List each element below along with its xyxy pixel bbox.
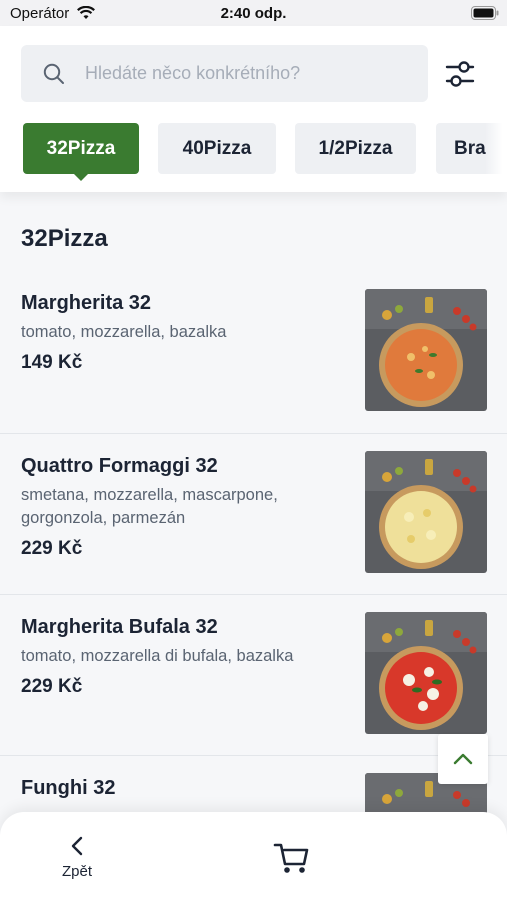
status-bar: Operátor 2:40 odp. [0,0,507,26]
sliders-icon [445,61,475,87]
back-label: Zpět [61,863,92,880]
item-price: 229 Kč [21,676,83,697]
search-input[interactable] [85,45,415,102]
item-price: 149 Kč [21,352,83,373]
item-price: 229 Kč [21,538,83,559]
item-image[interactable] [365,451,487,573]
tab-40pizza[interactable]: 40Pizza [158,123,276,174]
menu-item[interactable]: Margherita 32 tomato, mozzarella, bazalk… [0,272,507,434]
pizza-margherita-bufala-image [365,612,487,734]
back-button[interactable]: Zpět [52,834,102,884]
item-description: tomato, mozzarella, bazalka [21,323,227,341]
category-tabs: 32Pizza 40Pizza 1/2Pizza Bra [0,123,507,183]
bottom-bar: Zpět [0,812,507,900]
tab-32pizza[interactable]: 32Pizza [23,123,139,181]
tab-half-pizza[interactable]: 1/2Pizza [295,123,416,174]
item-name: Margherita Bufala 32 [21,616,218,638]
scroll-top-button[interactable] [438,734,488,784]
item-name: Quattro Formaggi 32 [21,455,218,477]
chevron-up-icon [453,753,473,765]
filter-button[interactable] [444,58,476,90]
tabs-fade [485,123,507,183]
item-description: tomato, mozzarella di bufala, bazalka [21,647,294,665]
header: 32Pizza 40Pizza 1/2Pizza Bra [0,26,507,192]
clock: 2:40 odp. [220,5,287,22]
search-bar[interactable] [21,45,428,102]
item-name: Margherita 32 [21,292,152,314]
battery-icon [471,6,499,24]
chevron-left-icon [71,836,83,856]
menu-list[interactable]: 32Pizza Margherita 32 tomato, mozzarella… [0,192,507,900]
pizza-quattro-formaggi-image [365,451,487,573]
pizza-margherita-image [365,289,487,411]
menu-item[interactable]: Quattro Formaggi 32 smetana, mozzarella,… [0,433,507,595]
item-image[interactable] [365,289,487,411]
cart-icon [273,843,309,873]
item-image[interactable] [365,612,487,734]
section-title: 32Pizza [21,225,108,252]
item-name: Funghi 32 [21,777,116,799]
search-icon [43,63,65,90]
menu-item[interactable]: Margherita Bufala 32 tomato, mozzarella … [0,594,507,756]
item-description: smetana, mozzarella, mascarpone, gorgonz… [21,486,278,527]
cart-button[interactable] [272,840,312,880]
